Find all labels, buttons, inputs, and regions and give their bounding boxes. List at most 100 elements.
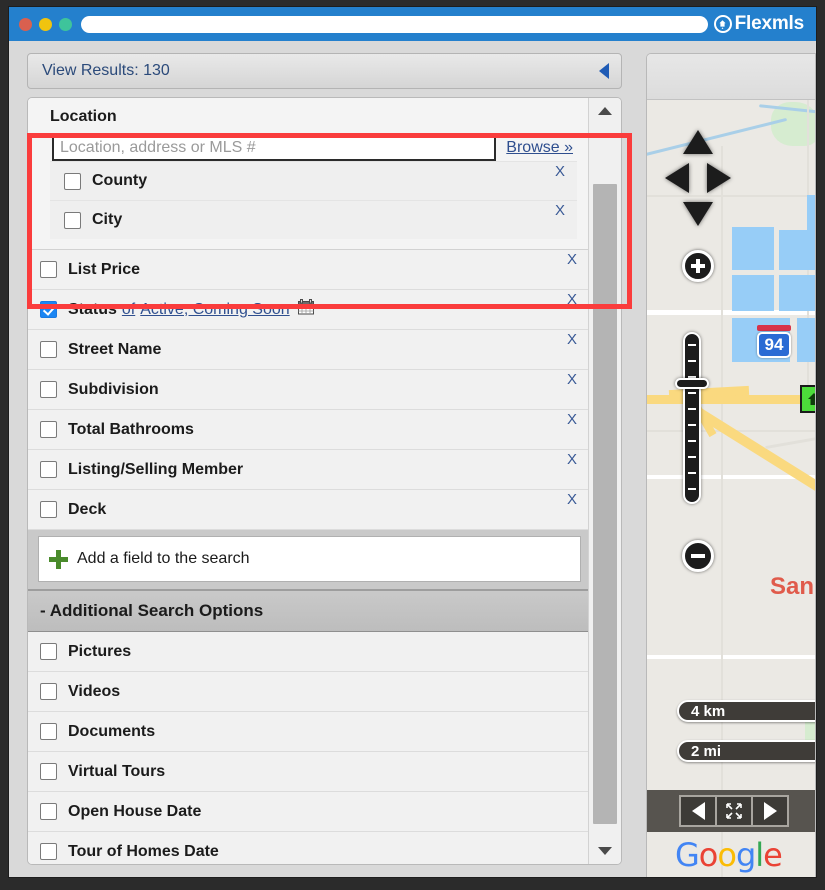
status-checkbox[interactable]: [40, 301, 57, 318]
county-checkbox[interactable]: [64, 172, 81, 190]
additional-search-options-header[interactable]: - Additional Search Options: [28, 591, 589, 632]
scroll-down-button[interactable]: [589, 838, 621, 864]
field-label: Deck: [68, 500, 107, 518]
field-label: Listing/Selling Member: [68, 460, 244, 478]
location-subitem-county[interactable]: County X: [50, 161, 577, 200]
remove-county-button[interactable]: X: [555, 163, 569, 180]
scroll-up-button[interactable]: [589, 98, 621, 124]
highway-shield-icon: 94: [757, 332, 791, 358]
list-item[interactable]: Virtual Tours: [28, 752, 589, 792]
map-toolbar: [647, 54, 815, 100]
list-item[interactable]: Videos: [28, 672, 589, 712]
remove-city-button[interactable]: X: [555, 202, 569, 219]
add-field-button[interactable]: Add a field to the search: [38, 536, 581, 582]
field-row[interactable]: Listing/Selling Member X: [28, 450, 589, 490]
field-row[interactable]: Street Name X: [28, 330, 589, 370]
map-next-button[interactable]: [751, 795, 789, 827]
map-road: [721, 146, 723, 877]
city-checkbox[interactable]: [64, 211, 81, 229]
list-price-checkbox[interactable]: [40, 261, 57, 278]
field-label: List Price: [68, 260, 141, 278]
additional-search-options-title: - Additional Search Options: [40, 601, 264, 620]
street-name-checkbox[interactable]: [40, 341, 57, 358]
search-panel-scrollbar[interactable]: [588, 98, 621, 864]
pictures-checkbox[interactable]: [40, 643, 57, 660]
minimize-window-button[interactable]: [39, 17, 52, 31]
map-scale-km: 4 km: [677, 700, 815, 722]
expand-icon: [726, 803, 742, 819]
map-fit-bounds-button[interactable]: [715, 795, 753, 827]
field-value[interactable]: Active, Coming Soon: [140, 301, 289, 319]
remove-field-button[interactable]: X: [567, 491, 581, 508]
list-item[interactable]: Open House Date: [28, 792, 589, 832]
field-row[interactable]: Subdivision X: [28, 370, 589, 410]
map-panel: 94 San 4 km 2 mi Google: [646, 53, 816, 877]
map-road: [647, 655, 815, 659]
plus-icon: [49, 549, 68, 569]
pan-left-icon[interactable]: [665, 163, 689, 193]
address-bar[interactable]: [81, 15, 708, 33]
remove-field-button[interactable]: X: [567, 411, 581, 428]
documents-checkbox[interactable]: [40, 723, 57, 740]
remove-field-button[interactable]: X: [567, 331, 581, 348]
field-label: Subdivision: [68, 380, 159, 398]
field-label: Status of Active, Coming Soon: [68, 299, 567, 320]
view-results-label: View Results: 130: [42, 62, 170, 79]
collapse-panel-icon[interactable]: [599, 63, 609, 79]
pan-up-icon[interactable]: [683, 130, 713, 154]
location-subitem-city[interactable]: City X: [50, 200, 577, 239]
zoom-out-button[interactable]: [682, 540, 714, 572]
option-label: Open House Date: [68, 802, 202, 820]
field-row[interactable]: Status of Active, Coming Soon X: [28, 290, 589, 330]
zoom-slider-thumb[interactable]: [675, 378, 709, 389]
city-label: City: [92, 211, 123, 228]
listing-selling-member-checkbox[interactable]: [40, 461, 57, 478]
location-search-input[interactable]: [52, 134, 497, 161]
map-scale-mi: 2 mi: [677, 740, 815, 762]
view-results-bar[interactable]: View Results: 130: [27, 53, 622, 89]
open-house-date-checkbox[interactable]: [40, 803, 57, 820]
map-pan-control[interactable]: [665, 130, 731, 242]
title-bar: Flexmls: [9, 7, 816, 41]
zoom-in-button[interactable]: [682, 250, 714, 282]
zoom-slider-track[interactable]: [683, 332, 701, 504]
list-item[interactable]: Pictures: [28, 632, 589, 672]
field-operator[interactable]: of: [122, 301, 135, 319]
videos-checkbox[interactable]: [40, 683, 57, 700]
total-bathrooms-checkbox[interactable]: [40, 421, 57, 438]
search-criteria-scroll-content: Location Browse » County X City: [28, 98, 589, 864]
maximize-window-button[interactable]: [59, 17, 72, 31]
pan-down-icon[interactable]: [683, 202, 713, 226]
option-label: Pictures: [68, 642, 132, 660]
tour-of-homes-date-checkbox[interactable]: [40, 843, 57, 860]
virtual-tours-checkbox[interactable]: [40, 763, 57, 780]
remove-field-button[interactable]: X: [567, 371, 581, 388]
scrollbar-thumb[interactable]: [593, 184, 617, 824]
field-row[interactable]: Total Bathrooms X: [28, 410, 589, 450]
county-label: County: [92, 172, 148, 189]
close-window-button[interactable]: [19, 17, 32, 31]
option-label: Documents: [68, 722, 156, 740]
window-controls: [19, 17, 72, 31]
add-field-container: Add a field to the search: [28, 530, 589, 591]
field-row[interactable]: Deck X: [28, 490, 589, 530]
list-item[interactable]: Documents: [28, 712, 589, 752]
flexmls-brand: Flexmls: [713, 13, 816, 35]
arrow-left-icon: [691, 802, 705, 820]
calendar-icon[interactable]: [297, 299, 314, 320]
map-previous-button[interactable]: [679, 795, 717, 827]
pan-right-icon[interactable]: [707, 163, 731, 193]
scrollbar-track[interactable]: [593, 124, 617, 838]
deck-checkbox[interactable]: [40, 501, 57, 518]
remove-field-button[interactable]: X: [567, 251, 581, 268]
chevron-up-icon: [598, 107, 612, 115]
subdivision-checkbox[interactable]: [40, 381, 57, 398]
remove-field-button[interactable]: X: [567, 451, 581, 468]
remove-field-button[interactable]: X: [567, 291, 581, 308]
listing-marker[interactable]: [800, 385, 815, 413]
browse-link[interactable]: Browse »: [506, 139, 577, 157]
field-row[interactable]: List Price X: [28, 250, 589, 290]
list-item[interactable]: Tour of Homes Date: [28, 832, 589, 864]
map-canvas[interactable]: 94 San 4 km 2 mi Google: [647, 100, 815, 877]
option-label: Tour of Homes Date: [68, 842, 219, 860]
